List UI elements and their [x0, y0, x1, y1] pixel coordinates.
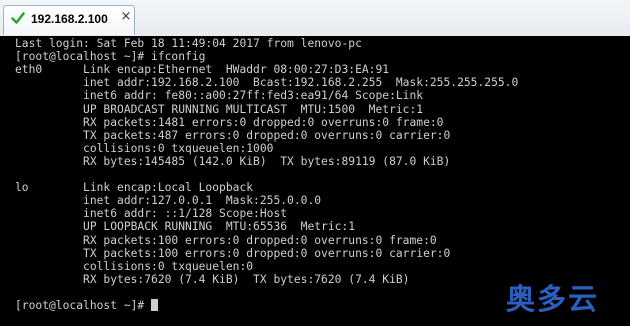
ssh-client-window: 192.168.2.100 × Last login: Sat Feb 18 1…	[0, 0, 630, 326]
terminal-line: inet6 addr: ::1/128 Scope:Host	[15, 207, 288, 221]
terminal-line: collisions:0 txqueuelen:0	[15, 259, 254, 273]
terminal-line: lo Link encap:Local Loopback	[15, 181, 254, 195]
session-tab-label: 192.168.2.100	[31, 12, 108, 26]
session-tab-bar: 192.168.2.100 ×	[0, 0, 630, 37]
terminal-line: inet6 addr: fe80::a00:27ff:fed3:ea91/64 …	[15, 89, 424, 103]
terminal-line: eth0 Link encap:Ethernet HWaddr 08:00:27…	[15, 63, 390, 77]
terminal-line: TX packets:487 errors:0 dropped:0 overru…	[15, 128, 451, 142]
terminal-line: RX packets:1481 errors:0 dropped:0 overr…	[15, 115, 444, 129]
terminal-line: [root@localhost ~]# ifconfig	[15, 50, 206, 64]
terminal-line: inet addr:127.0.0.1 Mask:255.0.0.0	[15, 194, 322, 208]
terminal-line: inet addr:192.168.2.100 Bcast:192.168.2.…	[15, 76, 519, 90]
terminal-line: RX bytes:7620 (7.4 KiB) TX bytes:7620 (7…	[15, 272, 410, 286]
terminal-line: collisions:0 txqueuelen:1000	[15, 141, 274, 155]
terminal-line: RX bytes:145485 (142.0 KiB) TX bytes:891…	[15, 154, 451, 168]
session-tab[interactable]: 192.168.2.100 ×	[3, 5, 135, 35]
watermark-logo: 奥多云	[506, 282, 600, 316]
close-icon[interactable]: ×	[119, 10, 133, 24]
terminal-line: UP BROADCAST RUNNING MULTICAST MTU:1500 …	[15, 102, 424, 116]
check-icon	[11, 12, 25, 24]
terminal-line: [root@localhost ~]#	[15, 299, 159, 312]
terminal-line: RX packets:100 errors:0 dropped:0 overru…	[15, 233, 437, 247]
terminal-line: Last login: Sat Feb 18 11:49:04 2017 fro…	[15, 37, 362, 50]
terminal-line: TX packets:100 errors:0 dropped:0 overru…	[15, 246, 451, 260]
terminal-cursor	[151, 299, 159, 311]
terminal-line: UP LOOPBACK RUNNING MTU:65536 Metric:1	[15, 220, 356, 234]
